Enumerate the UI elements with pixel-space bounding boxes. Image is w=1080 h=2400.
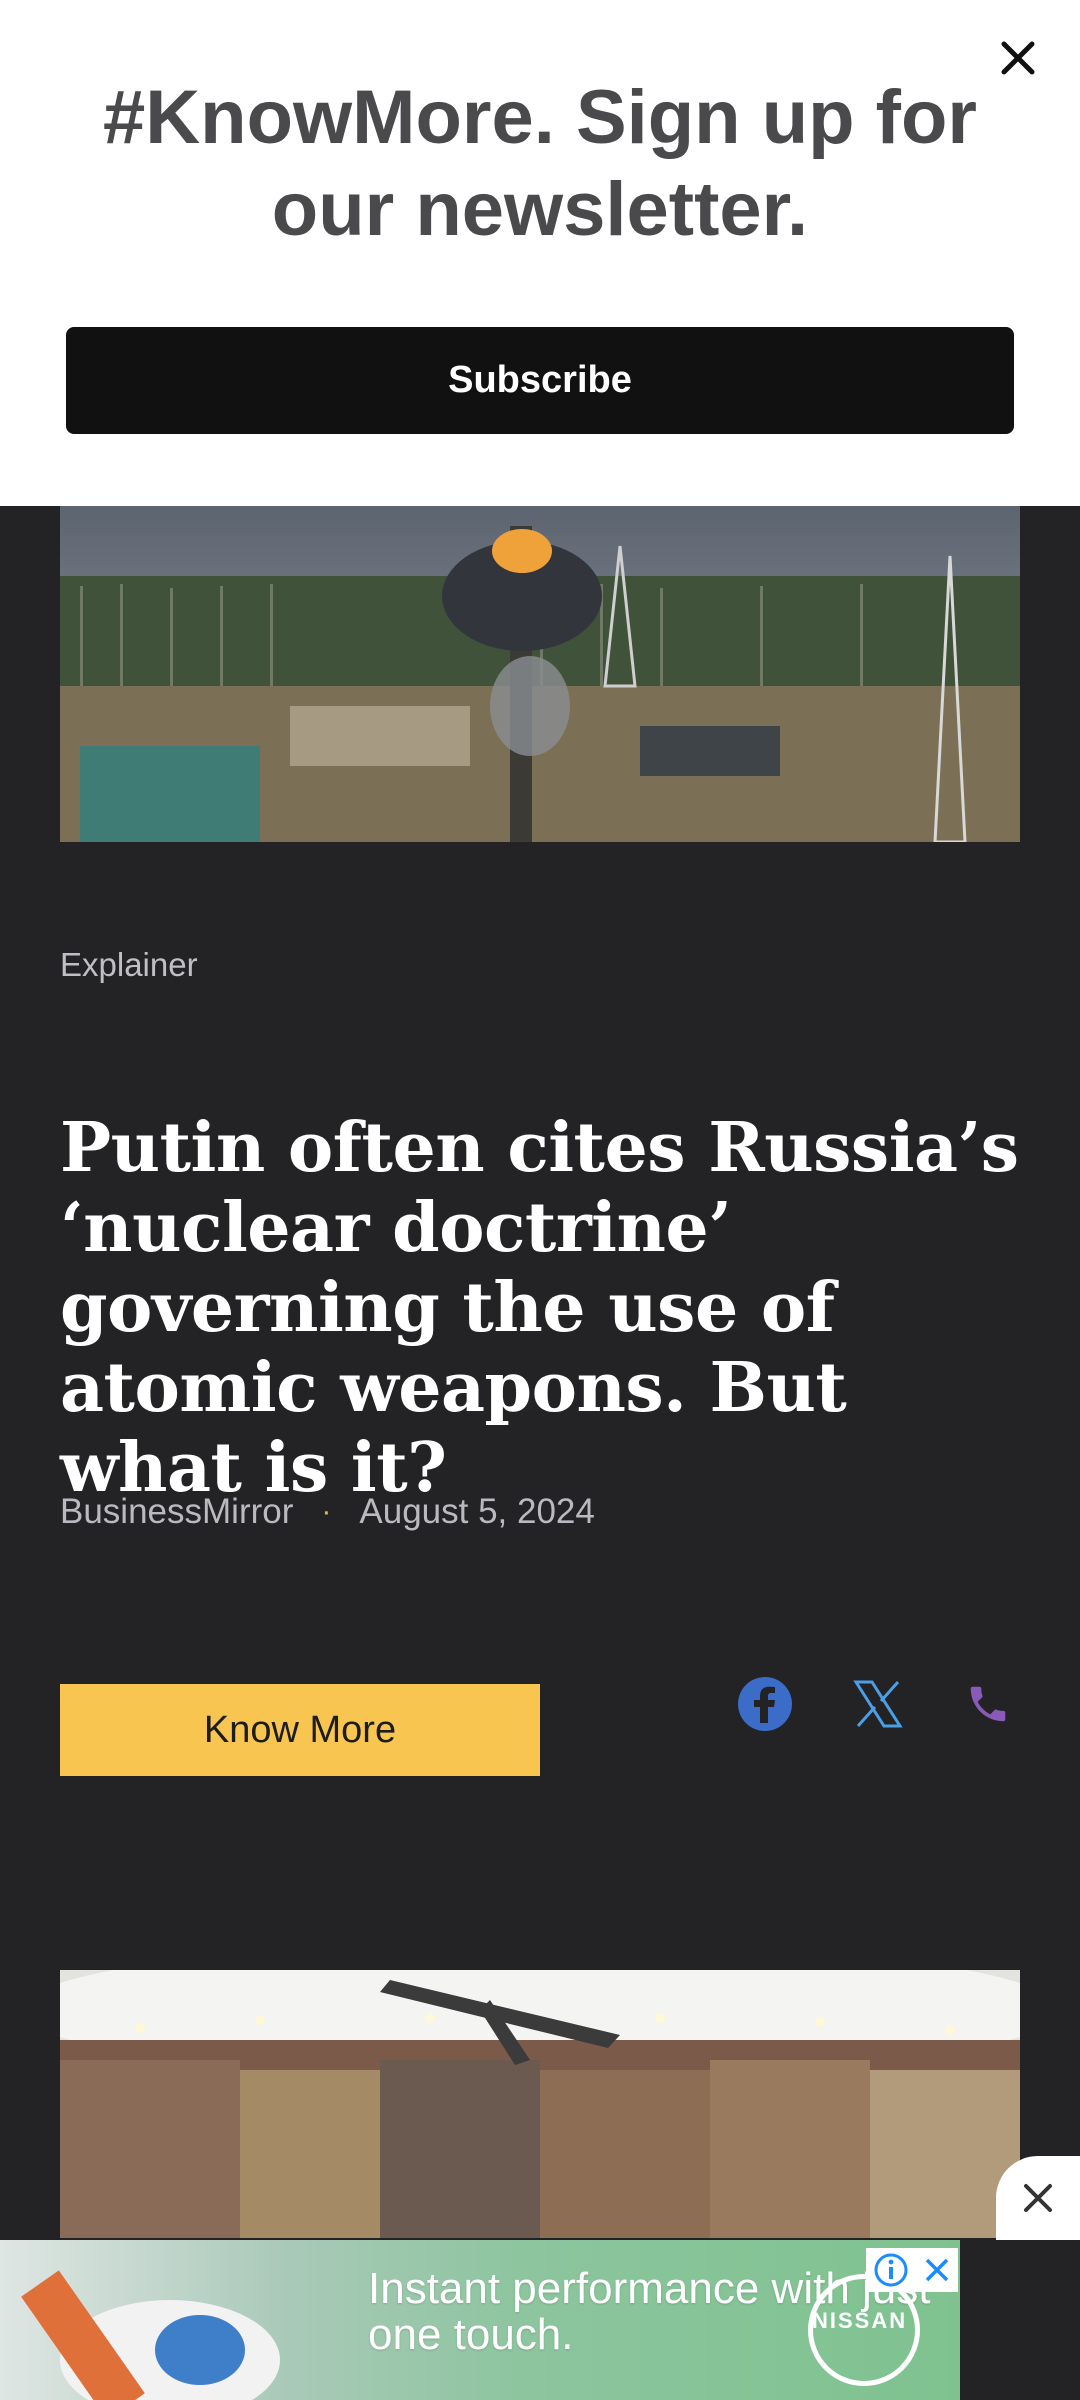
know-more-button[interactable]: Know More	[60, 1684, 540, 1776]
phone-icon[interactable]	[956, 1672, 1020, 1736]
meta-separator: ·	[321, 1495, 332, 1528]
subscribe-button[interactable]: Subscribe	[66, 327, 1014, 434]
ad-banner[interactable]: Instant performance with just one touch.…	[0, 2240, 960, 2400]
ad-choices[interactable]	[866, 2248, 958, 2292]
info-icon[interactable]	[873, 2252, 909, 2288]
facebook-icon[interactable]	[733, 1672, 797, 1736]
article-category[interactable]: Explainer	[60, 946, 198, 984]
article-source[interactable]: BusinessMirror	[60, 1492, 293, 1532]
newsletter-title: #KnowMore. Sign up for our newsletter.	[103, 75, 977, 252]
article-date: August 5, 2024	[359, 1492, 595, 1531]
article-image-2[interactable]	[60, 1970, 1020, 2238]
newsletter-modal: #KnowMore. Sign up for our newsletter. S…	[0, 0, 1080, 506]
ad-dismiss-icon[interactable]	[922, 2255, 952, 2285]
article-meta: BusinessMirror · August 5, 2024	[60, 1492, 595, 1532]
article-headline[interactable]: Putin often cites Russia’s ‘nuclear doct…	[60, 1108, 1020, 1508]
x-icon[interactable]	[846, 1672, 910, 1736]
ad-close-icon[interactable]	[996, 2156, 1080, 2240]
ad-image	[21, 2270, 280, 2400]
article-image[interactable]	[60, 506, 1020, 842]
ad-brand: NISSAN	[812, 2308, 908, 2333]
